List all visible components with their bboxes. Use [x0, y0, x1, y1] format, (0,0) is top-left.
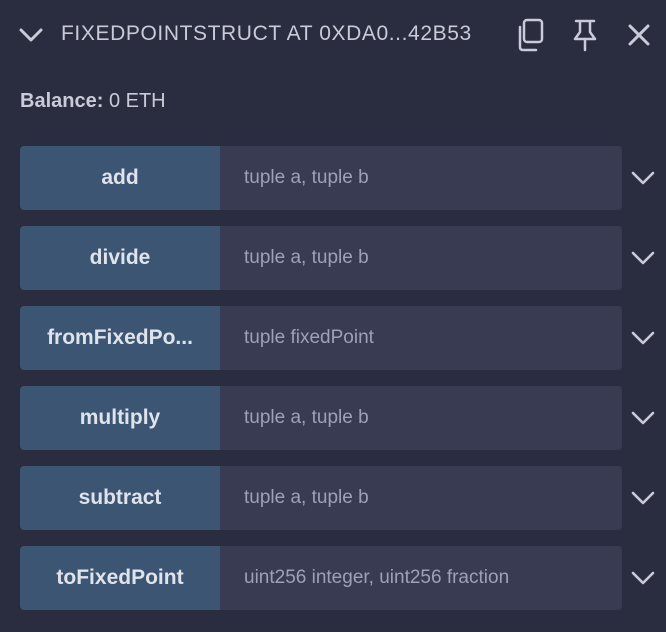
contract-header: FIXEDPOINTSTRUCT AT 0XDA0...42B53	[0, 0, 666, 70]
expand-fromfixedpoint-button[interactable]	[626, 321, 660, 355]
subtract-args-field-wrap	[220, 466, 622, 530]
add-args-input[interactable]	[220, 146, 622, 210]
tofixedpoint-args-input[interactable]	[220, 546, 622, 610]
pin-button[interactable]	[568, 18, 602, 52]
chevron-down-icon	[631, 251, 655, 265]
function-row-divide: divide	[20, 226, 622, 290]
chevron-down-icon	[631, 491, 655, 505]
divide-args-field-wrap	[220, 226, 622, 290]
function-row-subtract: subtract	[20, 466, 622, 530]
collapse-button[interactable]	[16, 20, 46, 50]
call-subtract-button[interactable]: subtract	[20, 466, 220, 530]
divide-args-input[interactable]	[220, 226, 622, 290]
chevron-down-icon	[631, 411, 655, 425]
close-button[interactable]	[622, 18, 656, 52]
call-fromfixedpoint-button[interactable]: fromFixedPo...	[20, 306, 220, 370]
contract-panel: FIXEDPOINTSTRUCT AT 0XDA0...42B53 Balanc…	[0, 0, 666, 632]
chevron-down-icon	[19, 28, 43, 42]
function-row-tofixedpoint: toFixedPoint	[20, 546, 622, 610]
contract-title: FIXEDPOINTSTRUCT AT 0XDA0...42B53	[61, 22, 472, 45]
balance-value: 0 ETH	[108, 90, 166, 112]
copy-icon	[518, 18, 544, 52]
balance-display: Balance: 0 ETH	[20, 90, 166, 113]
expand-subtract-button[interactable]	[626, 481, 660, 515]
call-multiply-button[interactable]: multiply	[20, 386, 220, 450]
multiply-args-field-wrap	[220, 386, 622, 450]
fromfixedpoint-args-input[interactable]	[220, 306, 622, 370]
chevron-down-icon	[631, 331, 655, 345]
pin-icon	[573, 19, 597, 52]
close-icon	[628, 24, 650, 46]
fromfixedpoint-args-field-wrap	[220, 306, 622, 370]
subtract-args-input[interactable]	[220, 466, 622, 530]
expand-multiply-button[interactable]	[626, 401, 660, 435]
multiply-args-input[interactable]	[220, 386, 622, 450]
call-tofixedpoint-button[interactable]: toFixedPoint	[20, 546, 220, 610]
expand-divide-button[interactable]	[626, 241, 660, 275]
copy-address-button[interactable]	[513, 18, 547, 52]
add-args-field-wrap	[220, 146, 622, 210]
chevron-down-icon	[631, 171, 655, 185]
balance-label: Balance:	[20, 90, 104, 112]
expand-add-button[interactable]	[626, 161, 660, 195]
function-row-multiply: multiply	[20, 386, 622, 450]
call-divide-button[interactable]: divide	[20, 226, 220, 290]
function-row-fromfixedpoint: fromFixedPo...	[20, 306, 622, 370]
call-add-button[interactable]: add	[20, 146, 220, 210]
chevron-down-icon	[631, 571, 655, 585]
tofixedpoint-args-field-wrap	[220, 546, 622, 610]
function-row-add: add	[20, 146, 622, 210]
expand-tofixedpoint-button[interactable]	[626, 561, 660, 595]
